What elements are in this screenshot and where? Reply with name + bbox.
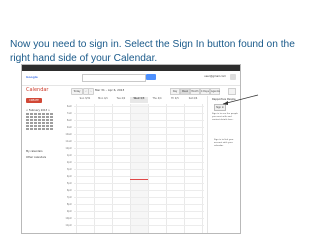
pointer-arrow — [222, 94, 259, 105]
